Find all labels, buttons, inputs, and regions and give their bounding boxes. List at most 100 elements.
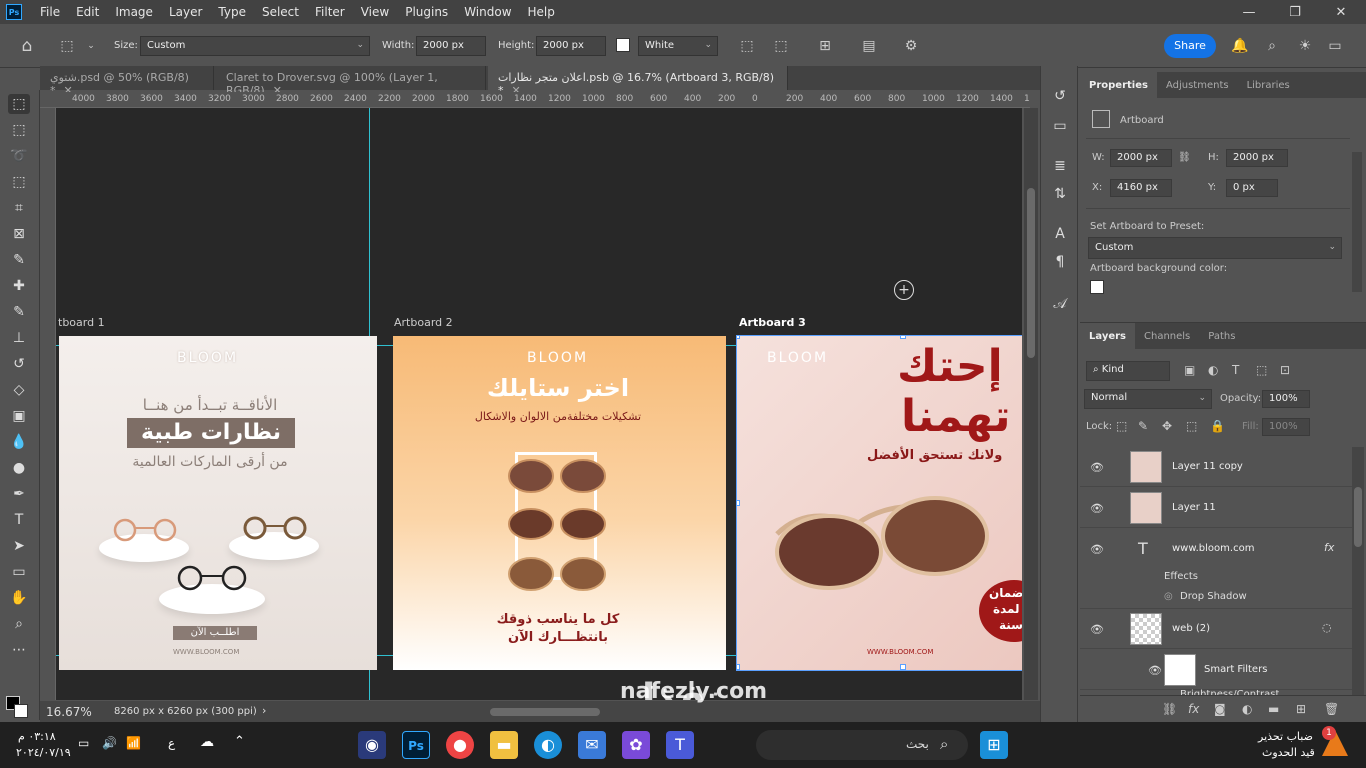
resize-handle[interactable] xyxy=(737,664,740,670)
windows-start-icon[interactable]: ⊞ xyxy=(980,731,1008,759)
height-input[interactable]: 2000 px xyxy=(536,36,606,56)
teams-icon[interactable]: T xyxy=(666,731,694,759)
frame-tool-icon[interactable]: ⊠ xyxy=(8,224,30,244)
clock-date[interactable]: ٢٠٢٤/٠٧/١٩ xyxy=(16,746,71,759)
fx-icon[interactable]: fx xyxy=(1324,541,1334,554)
eyedropper-tool-icon[interactable]: ✎ xyxy=(8,250,30,270)
filter-smart-object-icon[interactable]: ⊡ xyxy=(1280,363,1290,377)
mail-icon[interactable]: ✉ xyxy=(578,731,606,759)
rectangle-tool-icon[interactable]: ▭ xyxy=(8,562,30,582)
healing-brush-tool-icon[interactable]: ✚ xyxy=(8,276,30,296)
add-artboard-icon[interactable]: ⊞ xyxy=(816,37,834,55)
horizontal-scrollbar[interactable] xyxy=(490,708,600,716)
weather-title[interactable]: ضباب تحذير xyxy=(1258,730,1313,743)
properties-scrollbar[interactable] xyxy=(1352,152,1362,292)
filter-type-icon[interactable]: T xyxy=(1232,363,1239,377)
tab-libraries[interactable]: Libraries xyxy=(1238,72,1299,98)
eye-icon[interactable]: 👁 xyxy=(1090,623,1104,637)
menu-help[interactable]: Help xyxy=(520,5,563,19)
preset-dropdown[interactable]: Custom ⌄ xyxy=(1088,237,1342,259)
canvas-area[interactable]: + tboard 1 BLOOM الأناقــة تبــدأ من هنـ… xyxy=(56,108,1022,700)
transform-icon[interactable]: ⬚ xyxy=(738,37,756,55)
menu-window[interactable]: Window xyxy=(456,5,519,19)
adjustment-layer-icon[interactable]: ◐ xyxy=(1242,702,1252,716)
more-tools-icon[interactable]: ⋯ xyxy=(8,640,30,660)
drop-shadow-effect[interactable]: Drop Shadow xyxy=(1180,591,1247,602)
lock-all-icon[interactable]: 🔒 xyxy=(1210,419,1225,433)
path-selection-tool-icon[interactable]: ➤ xyxy=(8,536,30,556)
resize-handle[interactable] xyxy=(737,336,740,339)
search-box[interactable]: بحث ⌕ xyxy=(756,730,968,760)
clock-time[interactable]: ٠٣:١٨ م xyxy=(18,730,56,743)
eye-icon[interactable]: 👁 xyxy=(1090,461,1104,475)
y-field[interactable]: 0 px xyxy=(1226,179,1278,197)
align-icon[interactable]: ▤ xyxy=(860,37,878,55)
filter-pixel-icon[interactable]: ▣ xyxy=(1184,363,1195,377)
wifi-icon[interactable]: 📶 xyxy=(126,736,141,750)
paragraph-icon[interactable]: ¶ xyxy=(1050,252,1070,272)
tab-properties[interactable]: Properties xyxy=(1080,72,1157,98)
artboard-3-label[interactable]: Artboard 3 xyxy=(739,316,806,329)
new-layer-icon[interactable]: ⊞ xyxy=(1296,702,1306,716)
fill-field[interactable]: 100% xyxy=(1262,418,1310,436)
group-folder-icon[interactable]: ▬ xyxy=(1268,702,1279,716)
trash-icon[interactable]: 🗑 xyxy=(1324,702,1339,716)
layer-row[interactable]: 👁 Smart Filters xyxy=(1080,650,1352,690)
menu-file[interactable]: File xyxy=(32,5,68,19)
width-field[interactable]: 2000 px xyxy=(1110,149,1172,167)
file-explorer-icon[interactable]: ▬ xyxy=(490,731,518,759)
zoom-level[interactable]: 16.67% xyxy=(46,705,92,719)
share-button[interactable]: Share xyxy=(1164,34,1216,58)
vertical-scrollbar[interactable] xyxy=(1024,108,1038,700)
eye-icon[interactable]: 👁 xyxy=(1090,543,1104,557)
layer-row[interactable]: 👁 Layer 11 xyxy=(1080,488,1352,528)
chevron-right-icon[interactable]: › xyxy=(262,704,266,717)
menu-layer[interactable]: Layer xyxy=(161,5,210,19)
brush-settings-icon[interactable]: ≣ xyxy=(1050,156,1070,176)
photoshop-taskbar-icon[interactable]: Ps xyxy=(402,731,430,759)
move-tool-icon[interactable]: ⬚ xyxy=(8,94,30,114)
input-language[interactable]: ع xyxy=(168,736,175,750)
chevron-down-icon[interactable]: ⌄ xyxy=(82,37,100,55)
filter-adjustment-icon[interactable]: ◐ xyxy=(1208,363,1218,377)
menu-view[interactable]: View xyxy=(353,5,397,19)
height-field[interactable]: 2000 px xyxy=(1226,149,1288,167)
tab-document-1[interactable]: شتوي.psd @ 50% (RGB/8) * ✕ xyxy=(40,66,214,97)
menu-type[interactable]: Type xyxy=(210,5,254,19)
lock-artboard-icon[interactable]: ⬚ xyxy=(1186,419,1197,433)
gear-icon[interactable]: ⚙ xyxy=(902,37,920,55)
artboard-1-label[interactable]: tboard 1 xyxy=(58,316,105,329)
tab-channels[interactable]: Channels xyxy=(1135,323,1199,349)
menu-select[interactable]: Select xyxy=(254,5,307,19)
comment-icon[interactable]: ▭ xyxy=(1050,116,1070,136)
chrome-icon[interactable]: ● xyxy=(446,731,474,759)
menu-filter[interactable]: Filter xyxy=(307,5,353,19)
lock-position-icon[interactable]: ✥ xyxy=(1162,419,1172,433)
menu-plugins[interactable]: Plugins xyxy=(397,5,456,19)
add-mask-icon[interactable]: ◙ xyxy=(1214,702,1226,716)
artboard-2-label[interactable]: Artboard 2 xyxy=(394,316,453,329)
tab-document-2[interactable]: Claret to Drover.svg @ 100% (Layer 1, RG… xyxy=(216,66,486,97)
restore-icon[interactable]: ❐ xyxy=(1272,0,1318,24)
type-tool-icon[interactable]: T xyxy=(8,510,30,530)
fx-icon[interactable]: fx xyxy=(1188,702,1199,716)
battery-icon[interactable]: ▭ xyxy=(78,736,89,750)
app-icon[interactable]: ✿ xyxy=(622,731,650,759)
background-swatch[interactable] xyxy=(616,38,630,52)
link-icon[interactable]: ⛓ xyxy=(1178,152,1191,163)
eye-icon[interactable]: ◎ xyxy=(1164,591,1173,602)
scroll-thumb[interactable] xyxy=(1354,487,1362,547)
zoom-tool-icon[interactable]: ⌕ xyxy=(8,614,30,634)
menu-image[interactable]: Image xyxy=(107,5,161,19)
adjust-icon[interactable]: ⇅ xyxy=(1050,184,1070,204)
width-input[interactable]: 2000 px xyxy=(416,36,486,56)
brush-tool-icon[interactable]: ✎ xyxy=(8,302,30,322)
brightness-icon[interactable]: ☀ xyxy=(1296,37,1314,55)
chevron-up-icon[interactable]: ⌃ xyxy=(234,734,245,749)
workspace-icon[interactable]: ▭ xyxy=(1326,37,1344,55)
layer-row[interactable]: 👁 T www.bloom.com fx Effects ◎ Drop Shad… xyxy=(1080,529,1352,609)
x-field[interactable]: 4160 px xyxy=(1110,179,1172,197)
crop-artboard-icon[interactable]: ⬚ xyxy=(772,37,790,55)
lock-pixels-icon[interactable]: ✎ xyxy=(1138,419,1148,433)
tab-paths[interactable]: Paths xyxy=(1199,323,1244,349)
